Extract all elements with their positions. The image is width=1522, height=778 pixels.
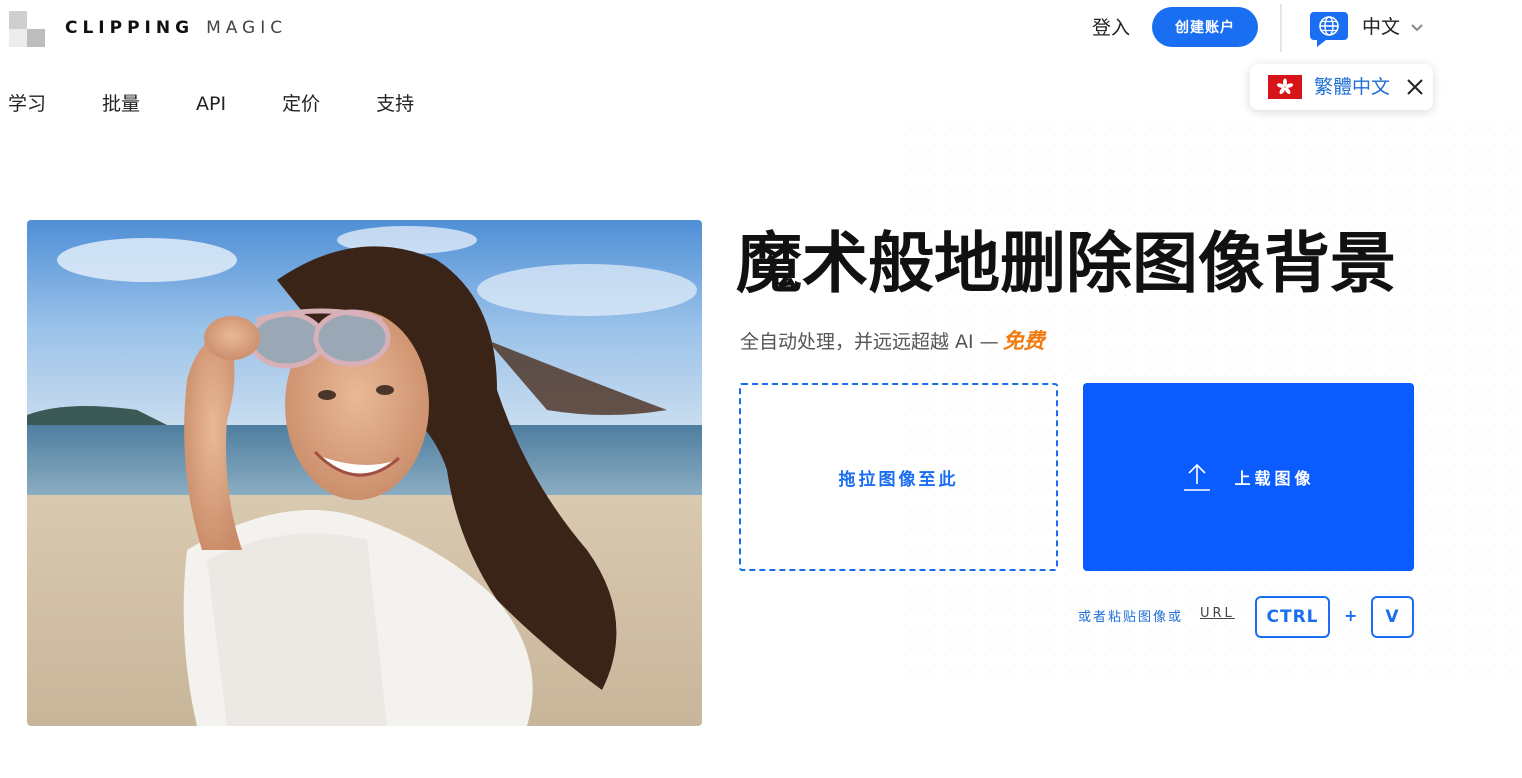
clipping-magic-logo[interactable]: CLIPPING MAGIC <box>7 8 287 48</box>
nav-item-pricing[interactable]: 定价 <box>282 90 320 118</box>
logo-text-magic: MAGIC <box>206 18 288 38</box>
language-selector[interactable]: 中文 <box>1362 13 1400 41</box>
logo-icon <box>7 9 45 47</box>
v-key-hint: V <box>1371 596 1414 638</box>
paste-hint-text: 或者粘贴图像或 <box>1078 610 1184 625</box>
main-nav: 学习 批量 API 定价 支持 <box>8 90 470 118</box>
paste-url-link[interactable]: URL <box>1200 606 1235 621</box>
login-link[interactable]: 登入 <box>1092 14 1130 42</box>
paste-hint: 或者粘贴图像或 URL CTRL + V <box>1078 596 1418 638</box>
header-divider <box>1280 4 1282 52</box>
nav-item-support[interactable]: 支持 <box>376 90 414 118</box>
language-option-traditional-chinese[interactable]: 繁體中文 <box>1314 73 1390 101</box>
hero-example-photo <box>27 220 702 726</box>
key-plus: + <box>1344 606 1358 625</box>
hero-title: 魔术般地删除图像背景 <box>736 225 1396 302</box>
drop-zone-label: 拖拉图像至此 <box>838 469 959 490</box>
hong-kong-flag-icon <box>1268 75 1302 99</box>
image-drop-zone[interactable]: 拖拉图像至此 <box>739 383 1058 571</box>
hero-subtitle: 全自动处理，并远远超越 AI — 免费 <box>740 326 1045 357</box>
chevron-down-icon[interactable] <box>1410 21 1424 35</box>
hero-subtitle-text: 全自动处理，并远远超越 AI — <box>740 331 999 353</box>
upload-arrow-icon <box>1184 463 1211 491</box>
ctrl-key-hint: CTRL <box>1255 596 1330 638</box>
nav-item-bulk[interactable]: 批量 <box>102 90 140 118</box>
nav-item-learn[interactable]: 学习 <box>8 90 46 118</box>
logo-text-clipping: CLIPPING <box>65 18 195 38</box>
language-suggestion-popup: 繁體中文 <box>1250 64 1433 110</box>
globe-icon[interactable] <box>1308 10 1350 48</box>
create-account-button[interactable]: 创建账户 <box>1152 7 1258 47</box>
close-icon[interactable] <box>1406 78 1424 96</box>
free-badge: 免费 <box>1002 329 1045 353</box>
upload-image-button[interactable]: 上载图像 <box>1083 383 1414 571</box>
nav-item-api[interactable]: API <box>196 90 226 118</box>
upload-button-label: 上载图像 <box>1234 469 1315 488</box>
